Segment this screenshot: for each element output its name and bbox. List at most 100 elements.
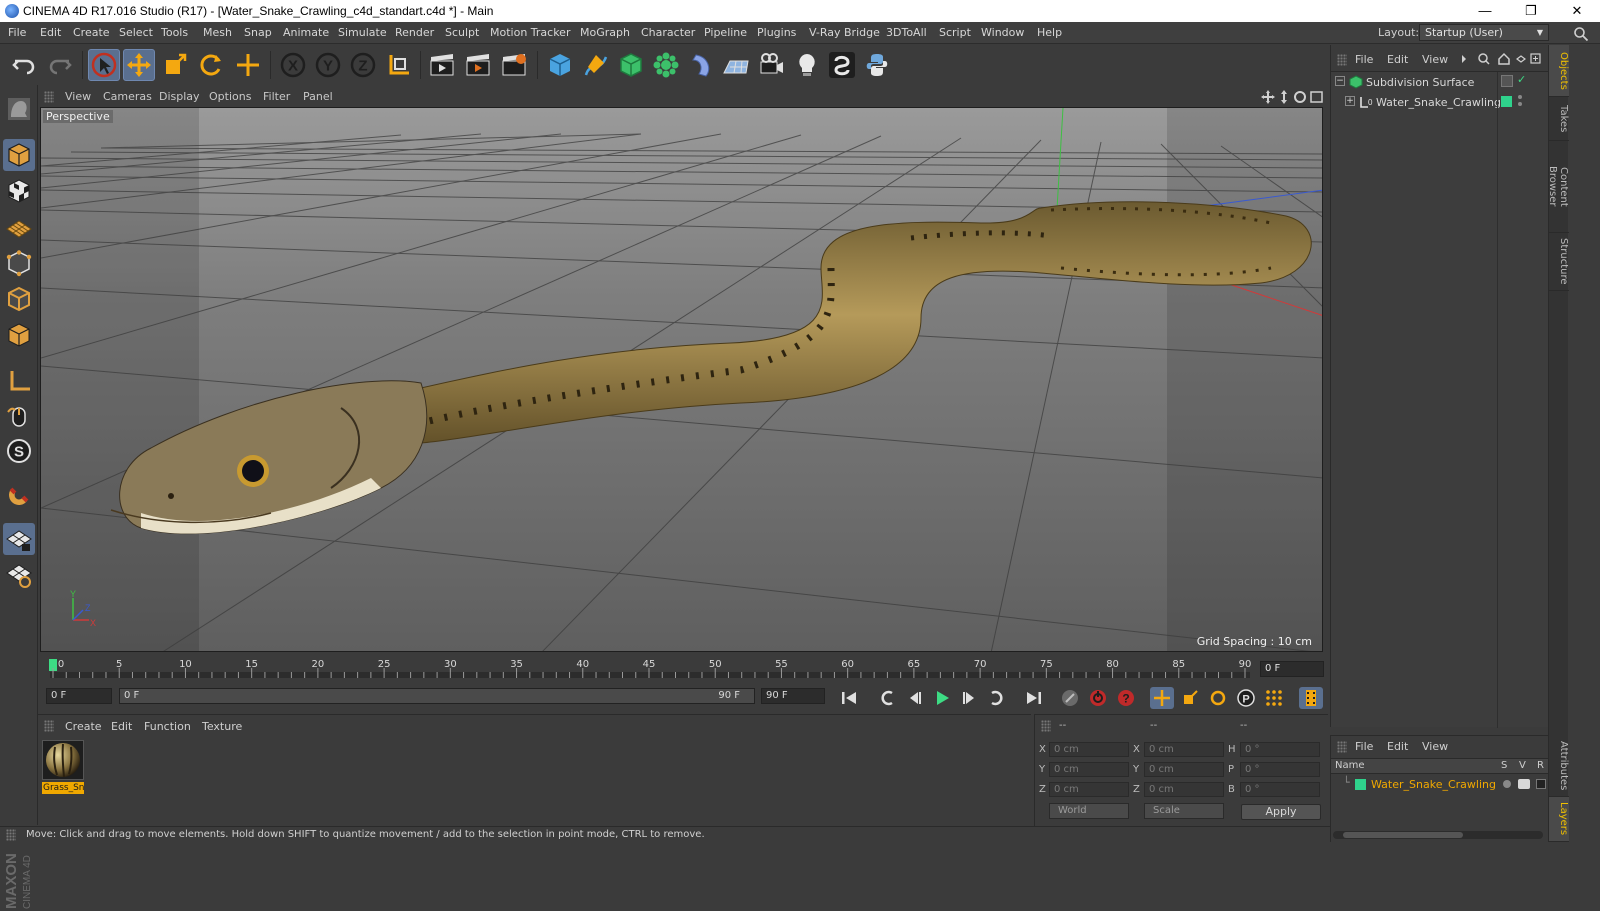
menu-tools[interactable]: Tools xyxy=(161,26,188,39)
material-thumbnail[interactable] xyxy=(42,740,84,780)
coordinate-system-button[interactable] xyxy=(383,49,415,81)
go-to-end-button[interactable] xyxy=(1022,687,1046,709)
menu-motion-tracker[interactable]: Motion Tracker xyxy=(490,26,570,39)
panel-grip[interactable] xyxy=(1337,54,1347,66)
end-frame-field[interactable]: 90 F xyxy=(761,688,825,704)
y-axis-lock-button[interactable]: Y xyxy=(312,49,344,81)
object-row-water-snake[interactable]: + 0 Water_Snake_Crawling xyxy=(1331,92,1549,112)
panel-grip[interactable] xyxy=(1041,720,1051,732)
viewport-navigation-icons[interactable] xyxy=(1260,89,1326,105)
add-camera-button[interactable] xyxy=(756,49,788,81)
frame-range-slider[interactable]: 0 F 90 F xyxy=(119,688,755,704)
layers-menu-edit[interactable]: Edit xyxy=(1387,740,1408,753)
restore-button[interactable]: ❐ xyxy=(1508,0,1554,22)
go-to-start-button[interactable] xyxy=(837,687,861,709)
material-menu-create[interactable]: Create xyxy=(65,720,102,733)
layer-color-swatch[interactable] xyxy=(1355,779,1366,790)
layers-menu-file[interactable]: File xyxy=(1355,740,1373,753)
expand-toggle[interactable]: + xyxy=(1345,96,1355,106)
add-cube-button[interactable] xyxy=(544,49,576,81)
editor-visibility-toggle[interactable] xyxy=(1501,75,1513,87)
redo-button[interactable] xyxy=(44,49,76,81)
live-selection-tool[interactable] xyxy=(88,49,120,81)
column-name[interactable]: Name xyxy=(1335,760,1365,771)
minimize-button[interactable]: — xyxy=(1462,0,1508,22)
object-manager-tools[interactable] xyxy=(1461,52,1541,66)
coordinate-mode-dropdown[interactable]: World xyxy=(1049,803,1129,819)
rotate-tool[interactable] xyxy=(195,49,227,81)
menu-file[interactable]: File xyxy=(8,26,26,39)
pos-x-field[interactable]: 0 cm xyxy=(1049,742,1129,757)
add-light-button[interactable] xyxy=(791,49,823,81)
locked-workplane-button[interactable] xyxy=(3,523,35,555)
z-axis-lock-button[interactable]: Z xyxy=(347,49,379,81)
rot-h-field[interactable]: 0 ° xyxy=(1240,742,1320,757)
previous-frame-button[interactable] xyxy=(903,687,927,709)
column-solo[interactable]: S xyxy=(1501,760,1507,771)
material-menu-texture[interactable]: Texture xyxy=(202,720,242,733)
scale-tool[interactable] xyxy=(159,49,191,81)
previous-key-button[interactable] xyxy=(875,687,899,709)
menu-edit[interactable]: Edit xyxy=(40,26,61,39)
add-subdivision-button[interactable] xyxy=(615,49,647,81)
add-spline-pen-button[interactable] xyxy=(580,49,612,81)
texture-mode-button[interactable] xyxy=(3,175,35,207)
current-frame-field[interactable]: 0 F xyxy=(1260,661,1324,677)
next-key-button[interactable] xyxy=(985,687,1009,709)
visibility-dot-editor[interactable] xyxy=(1518,95,1522,99)
column-view[interactable]: V xyxy=(1519,760,1526,771)
viewport-menu-panel[interactable]: Panel xyxy=(303,90,333,103)
panel-grip[interactable] xyxy=(44,91,54,103)
menu-3dtoall[interactable]: 3DToAll xyxy=(886,26,927,39)
object-name[interactable]: Subdivision Surface xyxy=(1366,76,1474,89)
material-menu-function[interactable]: Function xyxy=(144,720,191,733)
plugin-button[interactable] xyxy=(826,49,858,81)
add-mograph-cloner-button[interactable] xyxy=(650,49,682,81)
add-deformer-button[interactable] xyxy=(686,49,718,81)
start-frame-field[interactable]: 0 F xyxy=(46,688,112,704)
tab-structure[interactable]: Structure xyxy=(1549,233,1569,291)
menu-mograph[interactable]: MoGraph xyxy=(580,26,630,39)
pos-z-field[interactable]: 0 cm xyxy=(1049,782,1129,797)
material-name-label[interactable]: Grass_Sn xyxy=(42,782,84,794)
size-y-field[interactable]: 0 cm xyxy=(1144,762,1224,777)
close-button[interactable]: ✕ xyxy=(1554,0,1600,22)
menu-simulate[interactable]: Simulate xyxy=(338,26,387,39)
key-position-button[interactable] xyxy=(1150,687,1174,709)
recent-tools-button[interactable] xyxy=(232,49,264,81)
menu-plugins[interactable]: Plugins xyxy=(757,26,796,39)
tab-content-browser[interactable]: Content Browser xyxy=(1547,141,1569,233)
play-button[interactable] xyxy=(930,687,954,709)
column-render[interactable]: R xyxy=(1537,760,1544,771)
solo-toggle[interactable] xyxy=(1503,780,1511,788)
next-frame-button[interactable] xyxy=(957,687,981,709)
object-name[interactable]: Water_Snake_Crawling xyxy=(1376,96,1501,109)
key-scale-button[interactable] xyxy=(1178,687,1202,709)
motion-recording-button[interactable] xyxy=(1058,687,1082,709)
points-mode-button[interactable] xyxy=(3,247,35,279)
python-script-button[interactable] xyxy=(861,49,893,81)
eye-icon[interactable] xyxy=(1518,779,1530,789)
visibility-dot-render[interactable] xyxy=(1518,102,1522,106)
objects-menu-file[interactable]: File xyxy=(1355,53,1373,66)
render-view-button[interactable] xyxy=(426,49,458,81)
menu-pipeline[interactable]: Pipeline xyxy=(704,26,747,39)
snapping-button[interactable]: S xyxy=(3,435,35,467)
menu-help[interactable]: Help xyxy=(1037,26,1062,39)
add-floor-button[interactable] xyxy=(720,49,752,81)
menu-sculpt[interactable]: Sculpt xyxy=(445,26,479,39)
object-row-subdivision[interactable]: − Subdivision Surface ✓ xyxy=(1331,72,1549,92)
render-toggle[interactable] xyxy=(1536,779,1546,789)
perspective-viewport[interactable]: Y Z X Perspective Grid Spacing : 10 cm xyxy=(40,107,1323,652)
layout-dropdown[interactable]: Startup (User) ▼ xyxy=(1419,24,1549,41)
menu-snap[interactable]: Snap xyxy=(244,26,272,39)
viewport-menu-view[interactable]: View xyxy=(65,90,91,103)
collapse-toggle[interactable]: − xyxy=(1335,76,1345,86)
key-pla-button[interactable] xyxy=(1262,687,1286,709)
objects-menu-edit[interactable]: Edit xyxy=(1387,53,1408,66)
menu-create[interactable]: Create xyxy=(73,26,110,39)
panel-grip[interactable] xyxy=(1337,741,1347,753)
tab-takes[interactable]: Takes xyxy=(1549,97,1569,141)
menu-render[interactable]: Render xyxy=(395,26,434,39)
axis-mode-button[interactable] xyxy=(3,365,35,397)
